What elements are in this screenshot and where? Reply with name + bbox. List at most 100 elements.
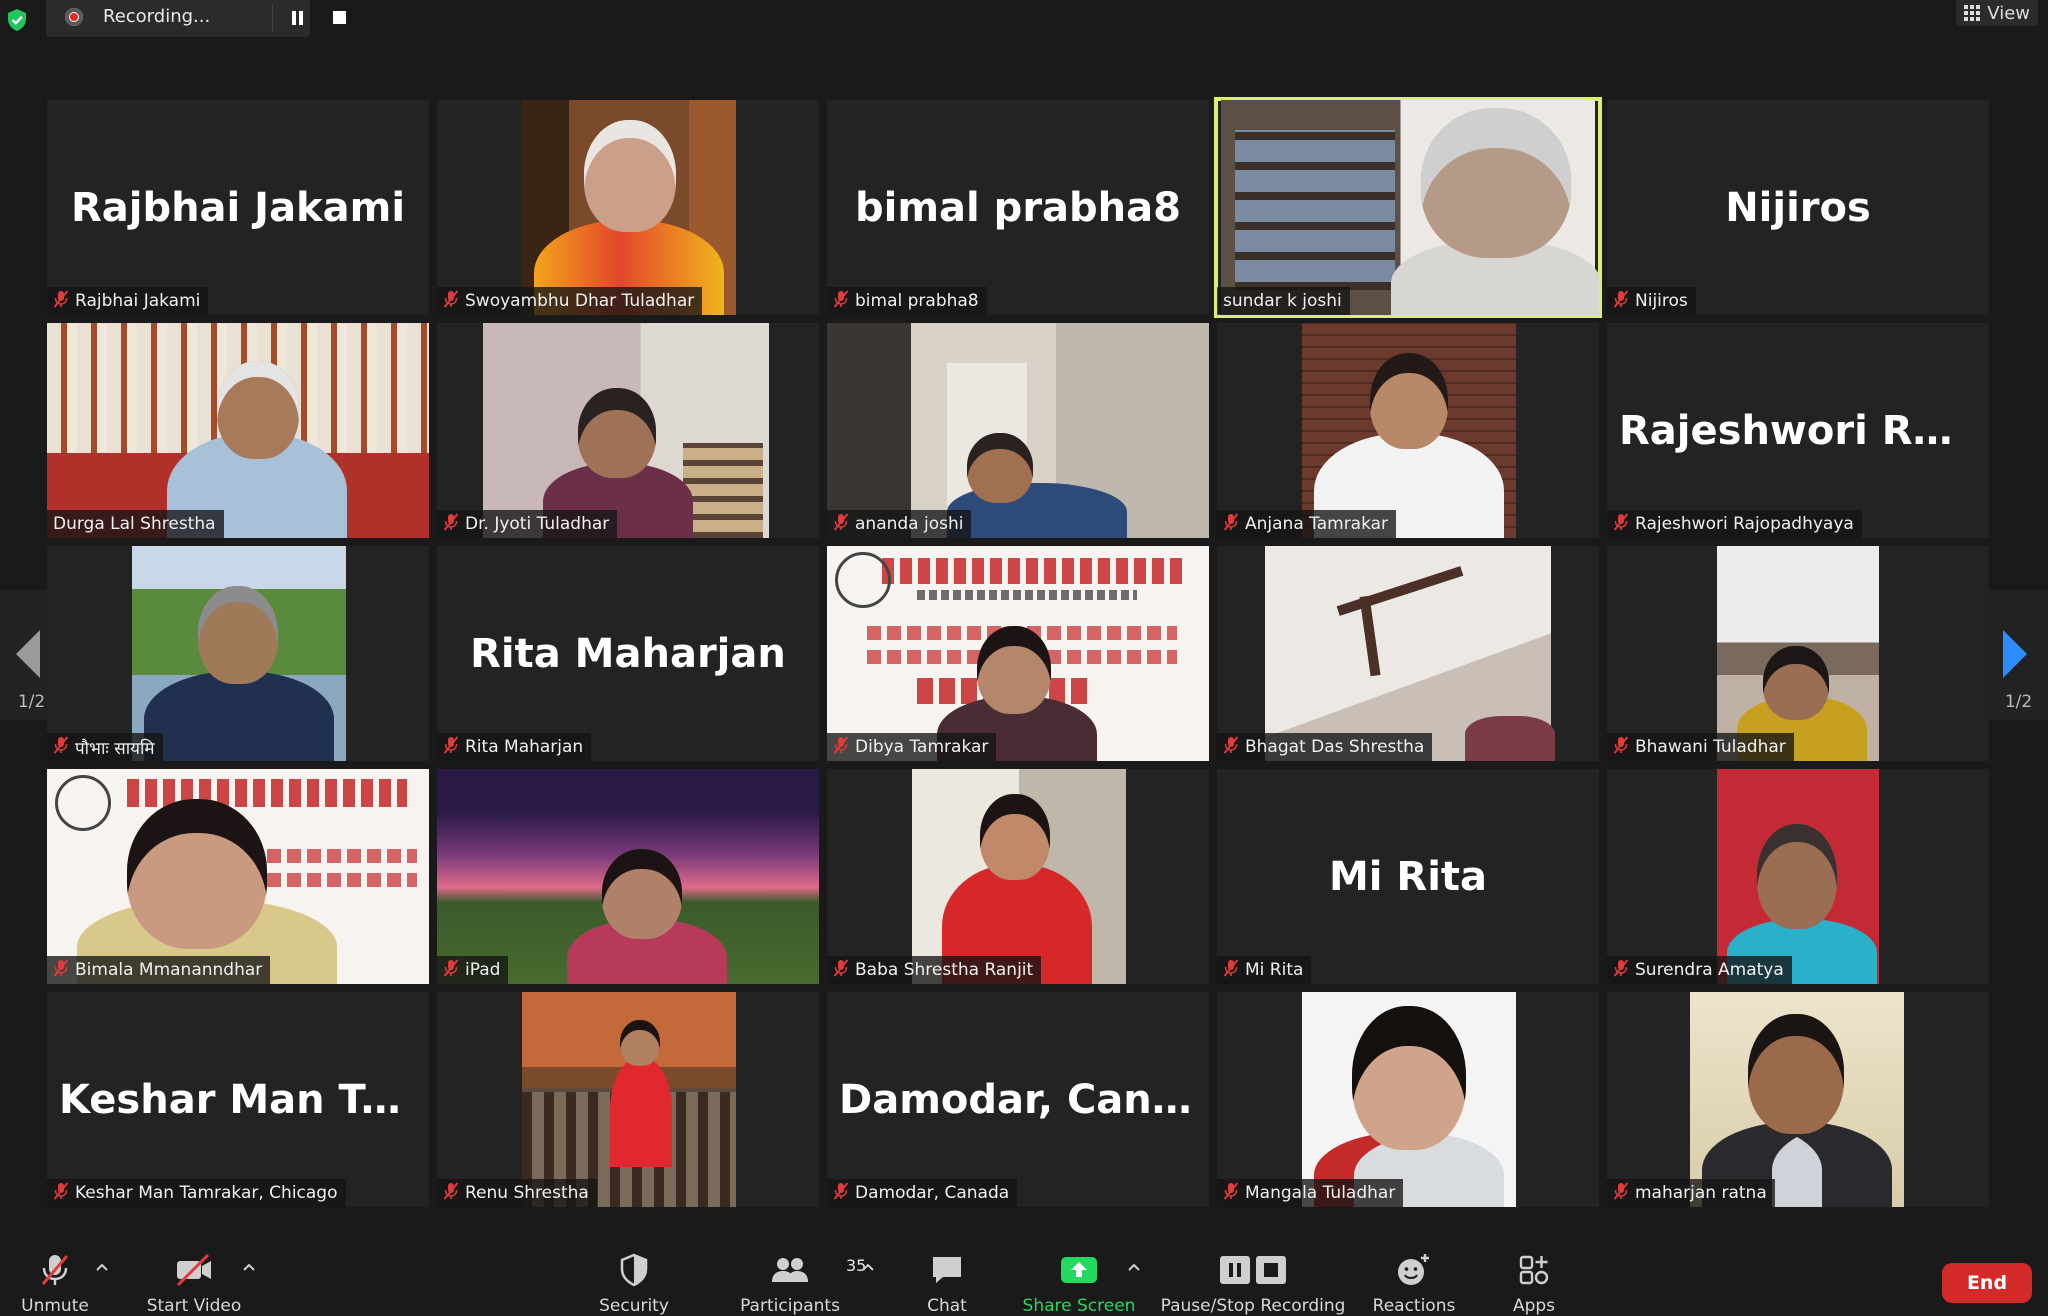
participant-tile[interactable]: Surendra Amatya [1607,769,1989,984]
participants-label: Participants [740,1296,840,1316]
participant-tile[interactable]: पौभाः सायमि [47,546,429,761]
start-video-button[interactable]: Start Video [144,1228,244,1316]
muted-mic-icon [833,289,849,313]
apps-button[interactable]: Apps [1500,1228,1568,1316]
unmute-button[interactable]: Unmute [16,1228,94,1316]
participant-tile[interactable]: Rajbhai Jakami Rajbhai Jakami [47,100,429,315]
gallery-grid: Rajbhai Jakami Rajbhai Jakami Swoyambhu … [47,97,1990,1208]
participant-video [1265,546,1555,761]
participant-video [483,323,769,538]
participant-video [1302,992,1516,1207]
muted-mic-icon [1223,512,1239,536]
muted-mic-icon [833,958,849,982]
participant-tile[interactable]: Baba Shrestha Ranjit [827,769,1209,984]
share-options-caret-icon[interactable] [1127,1262,1141,1272]
encryption-shield-icon[interactable] [6,8,28,32]
muted-mic-icon [833,512,849,536]
participant-tile[interactable]: Bhagat Das Shrestha [1217,546,1599,761]
muted-mic-icon [443,1181,459,1205]
participants-icon [772,1258,808,1282]
participant-tile[interactable]: Bimala Mmananndhar [47,769,429,984]
participant-tile[interactable]: Renu Shrestha [437,992,819,1207]
muted-mic-icon [1613,289,1629,313]
muted-mic-icon [833,735,849,759]
participants-button[interactable]: 35 Participants [738,1228,866,1316]
participant-name-label: Nijiros [1607,287,1696,315]
pause-stop-recording-button[interactable]: Pause/Stop Recording [1161,1228,1345,1316]
pause-recording-icon[interactable] [291,11,305,25]
participant-video [47,323,429,538]
participant-name-label: Rajeshwori Rajopadhyaya [1607,510,1862,538]
muted-mic-icon [53,958,69,982]
participant-video [1221,100,1599,315]
muted-mic-icon [53,1181,69,1205]
share-screen-button[interactable]: Share Screen [1022,1228,1136,1316]
participant-name-label: Keshar Man Tamrakar, Chicago [47,1179,346,1207]
participant-name-label: maharjan ratna [1607,1179,1775,1207]
participant-display-name: Rita Maharjan [470,630,786,677]
participant-name-label: Damodar, Canada [827,1179,1018,1207]
participant-tile[interactable]: Rita Maharjan Rita Maharjan [437,546,819,761]
participant-tile[interactable]: iPad [437,769,819,984]
participant-display-name: Mi Rita [1328,853,1488,900]
page-indicator-right: 1/2 [2004,692,2033,712]
reactions-button[interactable]: Reactions [1372,1228,1456,1316]
muted-mic-icon [1223,1181,1239,1205]
participant-tile[interactable]: Dibya Tamrakar [827,546,1209,761]
participant-tile[interactable]: bimal prabha8 bimal prabha8 [827,100,1209,315]
shield-icon [620,1253,648,1287]
recording-label: Recording... [103,6,211,27]
view-button[interactable]: View [1956,0,2038,26]
muted-mic-icon [1223,958,1239,982]
participant-display-name: bimal prabha8 [855,184,1181,231]
participant-name-label: ananda joshi [827,510,972,538]
participant-name-label: Mi Rita [1217,956,1312,984]
chat-button[interactable]: Chat [912,1228,982,1316]
audio-options-caret-icon[interactable] [95,1262,109,1272]
participant-name-label: Bhagat Das Shrestha [1217,733,1433,761]
participant-video [522,992,736,1207]
participant-tile[interactable]: ananda joshi [827,323,1209,538]
participant-name-label: Dibya Tamrakar [827,733,997,761]
participant-tile[interactable]: Nijiros Nijiros [1607,100,1989,315]
security-button[interactable]: Security [596,1228,672,1316]
participant-name-label: Anjana Tamrakar [1217,510,1397,538]
participant-video [1302,323,1516,538]
participant-name-label: Bimala Mmananndhar [47,956,271,984]
participant-name-label: पौभाः सायमि [47,733,163,761]
participant-tile[interactable]: Bhawani Tuladhar [1607,546,1989,761]
participant-tile[interactable]: Dr. Jyoti Tuladhar [437,323,819,538]
participant-name-label: Mangala Tuladhar [1217,1179,1404,1207]
participant-name-label: Rita Maharjan [437,733,592,761]
participant-tile[interactable]: Rajeshwori Rajo... Rajeshwori Rajopadhya… [1607,323,1989,538]
participant-tile[interactable]: Damodar, Canada Damodar, Canada [827,992,1209,1207]
stop-recording-icon[interactable] [333,11,346,24]
muted-mic-icon [443,958,459,982]
participant-display-name: Nijiros [1725,184,1871,231]
video-options-caret-icon[interactable] [242,1262,256,1272]
participants-options-caret-icon[interactable] [861,1262,875,1272]
participant-tile[interactable]: maharjan ratna [1607,992,1989,1207]
participant-tile[interactable]: Mi Rita Mi Rita [1217,769,1599,984]
participant-tile[interactable]: Swoyambhu Dhar Tuladhar [437,100,819,315]
participant-tile[interactable]: Anjana Tamrakar [1217,323,1599,538]
participant-tile[interactable]: Durga Lal Shrestha [47,323,429,538]
participant-display-name: Rajeshwori Rajo... [1619,407,1989,454]
participant-video [912,769,1126,984]
share-screen-icon [1061,1257,1097,1283]
participant-tile-active-speaker[interactable]: sundar k joshi [1214,97,1602,318]
view-label: View [1987,2,2030,24]
participant-video [1717,769,1879,984]
unmute-label: Unmute [21,1296,89,1316]
pause-stop-icon [1220,1256,1286,1284]
participant-name-label: Baba Shrestha Ranjit [827,956,1042,984]
participant-name-label: Bhawani Tuladhar [1607,733,1794,761]
participant-video [1690,992,1904,1207]
muted-mic-icon [443,735,459,759]
participant-tile[interactable]: Mangala Tuladhar [1217,992,1599,1207]
muted-mic-icon [443,289,459,313]
end-meeting-button[interactable]: End [1942,1263,2032,1303]
muted-mic-icon [833,1181,849,1205]
participant-tile[interactable]: Keshar Man Tam... Keshar Man Tamrakar, C… [47,992,429,1207]
chat-bubble-icon [933,1257,961,1283]
